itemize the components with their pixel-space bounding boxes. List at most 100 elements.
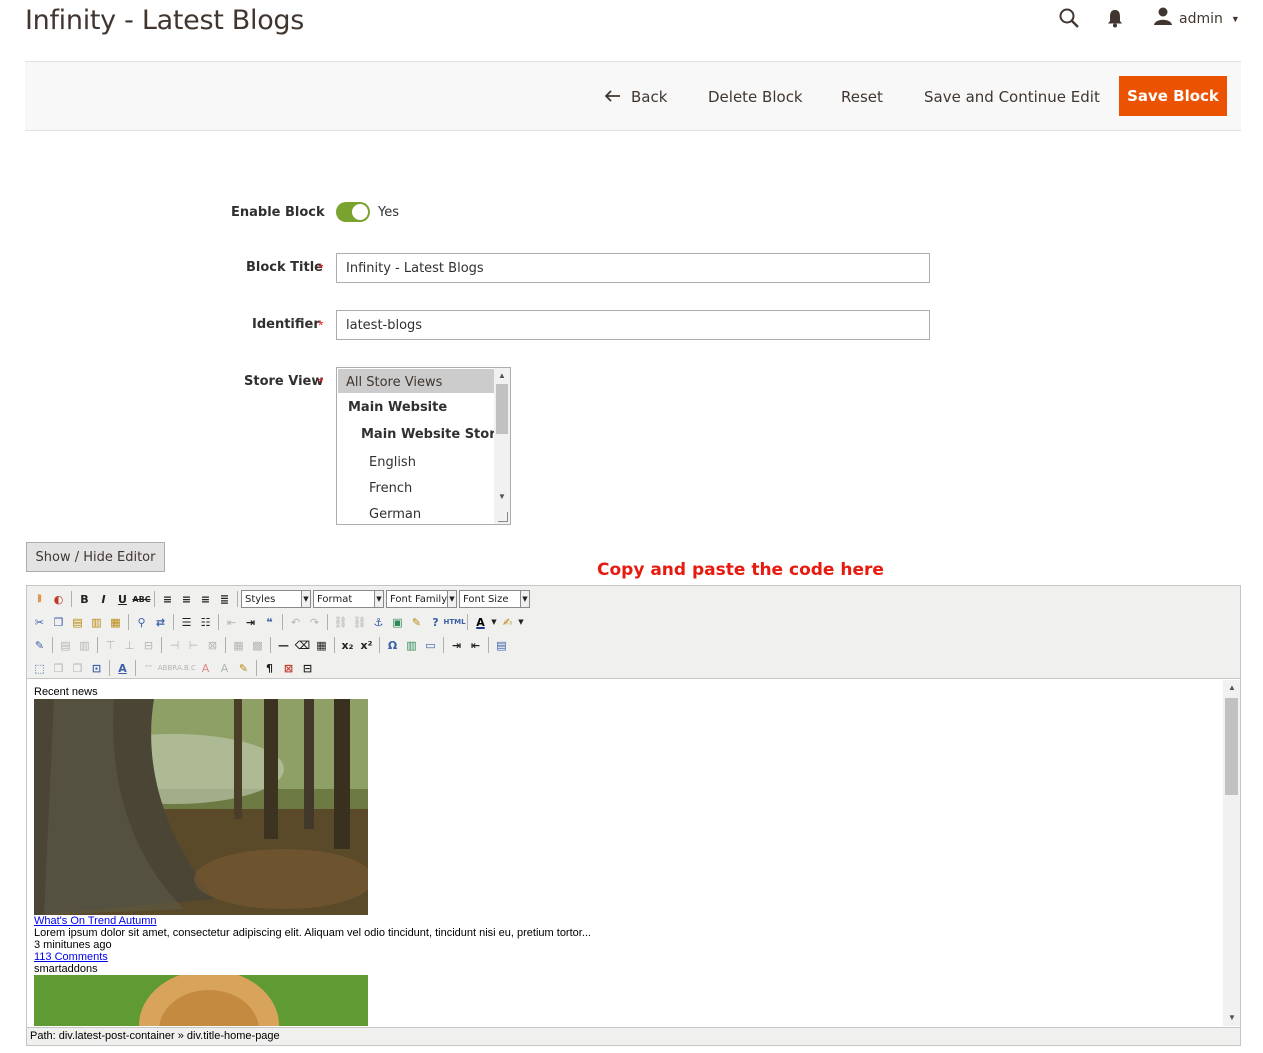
paste-word-icon[interactable]: ▦: [106, 612, 125, 632]
indent-icon[interactable]: ⇥: [241, 612, 260, 632]
insert-image-icon[interactable]: ◐: [49, 589, 68, 609]
superscript-icon[interactable]: x²: [357, 635, 376, 655]
editor-content[interactable]: Recent news What's On Trend Autumn Lorem…: [27, 680, 1223, 1026]
page-break-icon[interactable]: ⊟: [298, 658, 317, 678]
find-icon[interactable]: ⚲: [132, 612, 151, 632]
replace-icon[interactable]: ⇄: [151, 612, 170, 632]
store-option-english[interactable]: English: [369, 455, 416, 470]
styles-select[interactable]: Styles ▼: [241, 590, 311, 608]
undo-icon[interactable]: ↶: [286, 612, 305, 632]
paste-icon[interactable]: ▤: [68, 612, 87, 632]
absolute-position-icon[interactable]: ⊡: [87, 658, 106, 678]
scroll-up-icon[interactable]: ▲: [1228, 683, 1236, 692]
bold-icon[interactable]: B: [75, 589, 94, 609]
align-justify-icon[interactable]: ≣: [215, 589, 234, 609]
insert-row-after-icon[interactable]: ⊥: [120, 635, 139, 655]
store-option-french[interactable]: French: [369, 481, 412, 496]
special-char-icon[interactable]: Ω: [383, 635, 402, 655]
insert-col-before-icon[interactable]: ⊣: [165, 635, 184, 655]
widget-icon[interactable]: ⧚: [30, 589, 49, 609]
image-icon[interactable]: ▣: [388, 612, 407, 632]
insertion-icon[interactable]: A: [215, 658, 234, 678]
scroll-down-icon[interactable]: ▼: [1228, 1013, 1236, 1022]
subscript-icon[interactable]: x₂: [338, 635, 357, 655]
store-option-main-website[interactable]: Main Website: [348, 400, 447, 415]
numbered-list-icon[interactable]: ☷: [196, 612, 215, 632]
abbr-icon[interactable]: ABBR: [158, 658, 177, 678]
enable-block-toggle[interactable]: [336, 202, 370, 222]
table-row-props-icon[interactable]: ▤: [56, 635, 75, 655]
redo-icon[interactable]: ↷: [305, 612, 324, 632]
edit-table-icon[interactable]: ✎: [30, 635, 49, 655]
move-forward-icon[interactable]: ❐: [49, 658, 68, 678]
horizontal-rule-icon[interactable]: —: [274, 635, 293, 655]
move-backward-icon[interactable]: ❐: [68, 658, 87, 678]
insert-row-before-icon[interactable]: ⊤: [101, 635, 120, 655]
link-icon[interactable]: ⛓: [331, 612, 350, 632]
cite-icon[interactable]: “”: [139, 658, 158, 678]
editor-scrollbar[interactable]: ▲ ▼: [1223, 680, 1240, 1026]
save-and-continue-button[interactable]: Save and Continue Edit: [924, 88, 1100, 106]
anchor-icon[interactable]: ⚓: [369, 612, 388, 632]
reset-button[interactable]: Reset: [841, 88, 883, 106]
paste-text-icon[interactable]: ▥: [87, 612, 106, 632]
table-cell-props-icon[interactable]: ▥: [75, 635, 94, 655]
help-icon[interactable]: ?: [426, 612, 445, 632]
show-hide-editor-button[interactable]: Show / Hide Editor: [26, 542, 165, 572]
ltr-icon[interactable]: ⇥: [447, 635, 466, 655]
blog-post-comments-link[interactable]: 113 Comments: [34, 951, 108, 963]
italic-icon[interactable]: I: [94, 589, 113, 609]
user-menu[interactable]: admin ▼: [1153, 6, 1240, 31]
highlight-color-icon[interactable]: ✍: [498, 612, 517, 632]
cut-icon[interactable]: ✂: [30, 612, 49, 632]
merge-cells-icon[interactable]: ▩: [248, 635, 267, 655]
identifier-input[interactable]: [336, 310, 930, 340]
back-button[interactable]: Back: [604, 88, 667, 106]
blockquote-icon[interactable]: ❝: [260, 612, 279, 632]
blog-post-title-link[interactable]: What's On Trend Autumn: [34, 915, 157, 927]
acronym-icon[interactable]: A.B.C: [177, 658, 196, 678]
non-breaking-icon[interactable]: ⊠: [279, 658, 298, 678]
block-title-input[interactable]: [336, 253, 930, 283]
remove-format-icon[interactable]: ⌫: [293, 635, 312, 655]
delete-block-button[interactable]: Delete Block: [708, 88, 803, 106]
insert-col-after-icon[interactable]: ⊢: [184, 635, 203, 655]
delete-row-icon[interactable]: ⊟: [139, 635, 158, 655]
scroll-up-icon[interactable]: ▲: [498, 371, 506, 380]
bullet-list-icon[interactable]: ☰: [177, 612, 196, 632]
align-left-icon[interactable]: ≡: [158, 589, 177, 609]
font-family-select[interactable]: Font Family ▼: [386, 590, 457, 608]
store-option-all[interactable]: All Store Views: [338, 369, 494, 393]
visual-aid-icon[interactable]: ▦: [312, 635, 331, 655]
scroll-down-icon[interactable]: ▼: [498, 492, 506, 501]
show-blocks-icon[interactable]: ¶: [260, 658, 279, 678]
strikethrough-icon[interactable]: ABC: [132, 589, 151, 609]
chevron-down-icon[interactable]: ▼: [517, 612, 525, 632]
store-option-german[interactable]: German: [369, 507, 421, 522]
store-option-main-website-store[interactable]: Main Website Store: [361, 427, 504, 442]
copy-icon[interactable]: ❐: [49, 612, 68, 632]
delete-col-icon[interactable]: ⊠: [203, 635, 222, 655]
fullscreen-icon[interactable]: ▭: [421, 635, 440, 655]
insert-layer-icon[interactable]: ⬚: [30, 658, 49, 678]
media-icon[interactable]: ▥: [402, 635, 421, 655]
split-cells-icon[interactable]: ▦: [229, 635, 248, 655]
align-center-icon[interactable]: ≡: [177, 589, 196, 609]
rtl-icon[interactable]: ⇤: [466, 635, 485, 655]
align-right-icon[interactable]: ≡: [196, 589, 215, 609]
underline-icon[interactable]: U: [113, 589, 132, 609]
preview-icon[interactable]: ▤: [492, 635, 511, 655]
scrollbar-thumb[interactable]: [496, 384, 508, 434]
attributes-icon[interactable]: ✎: [234, 658, 253, 678]
notification-bell-icon[interactable]: [1103, 6, 1127, 30]
save-block-button[interactable]: Save Block: [1119, 76, 1227, 116]
font-size-select[interactable]: Font Size ▼: [459, 590, 530, 608]
text-color-icon[interactable]: A: [471, 612, 490, 632]
chevron-down-icon[interactable]: ▼: [490, 612, 498, 632]
html-source-icon[interactable]: HTML: [443, 612, 465, 632]
format-select[interactable]: Format ▼: [313, 590, 384, 608]
outdent-icon[interactable]: ⇤: [222, 612, 241, 632]
style-props-icon[interactable]: A: [113, 658, 132, 678]
resize-handle-icon[interactable]: [498, 512, 508, 522]
unlink-icon[interactable]: ⛓: [350, 612, 369, 632]
